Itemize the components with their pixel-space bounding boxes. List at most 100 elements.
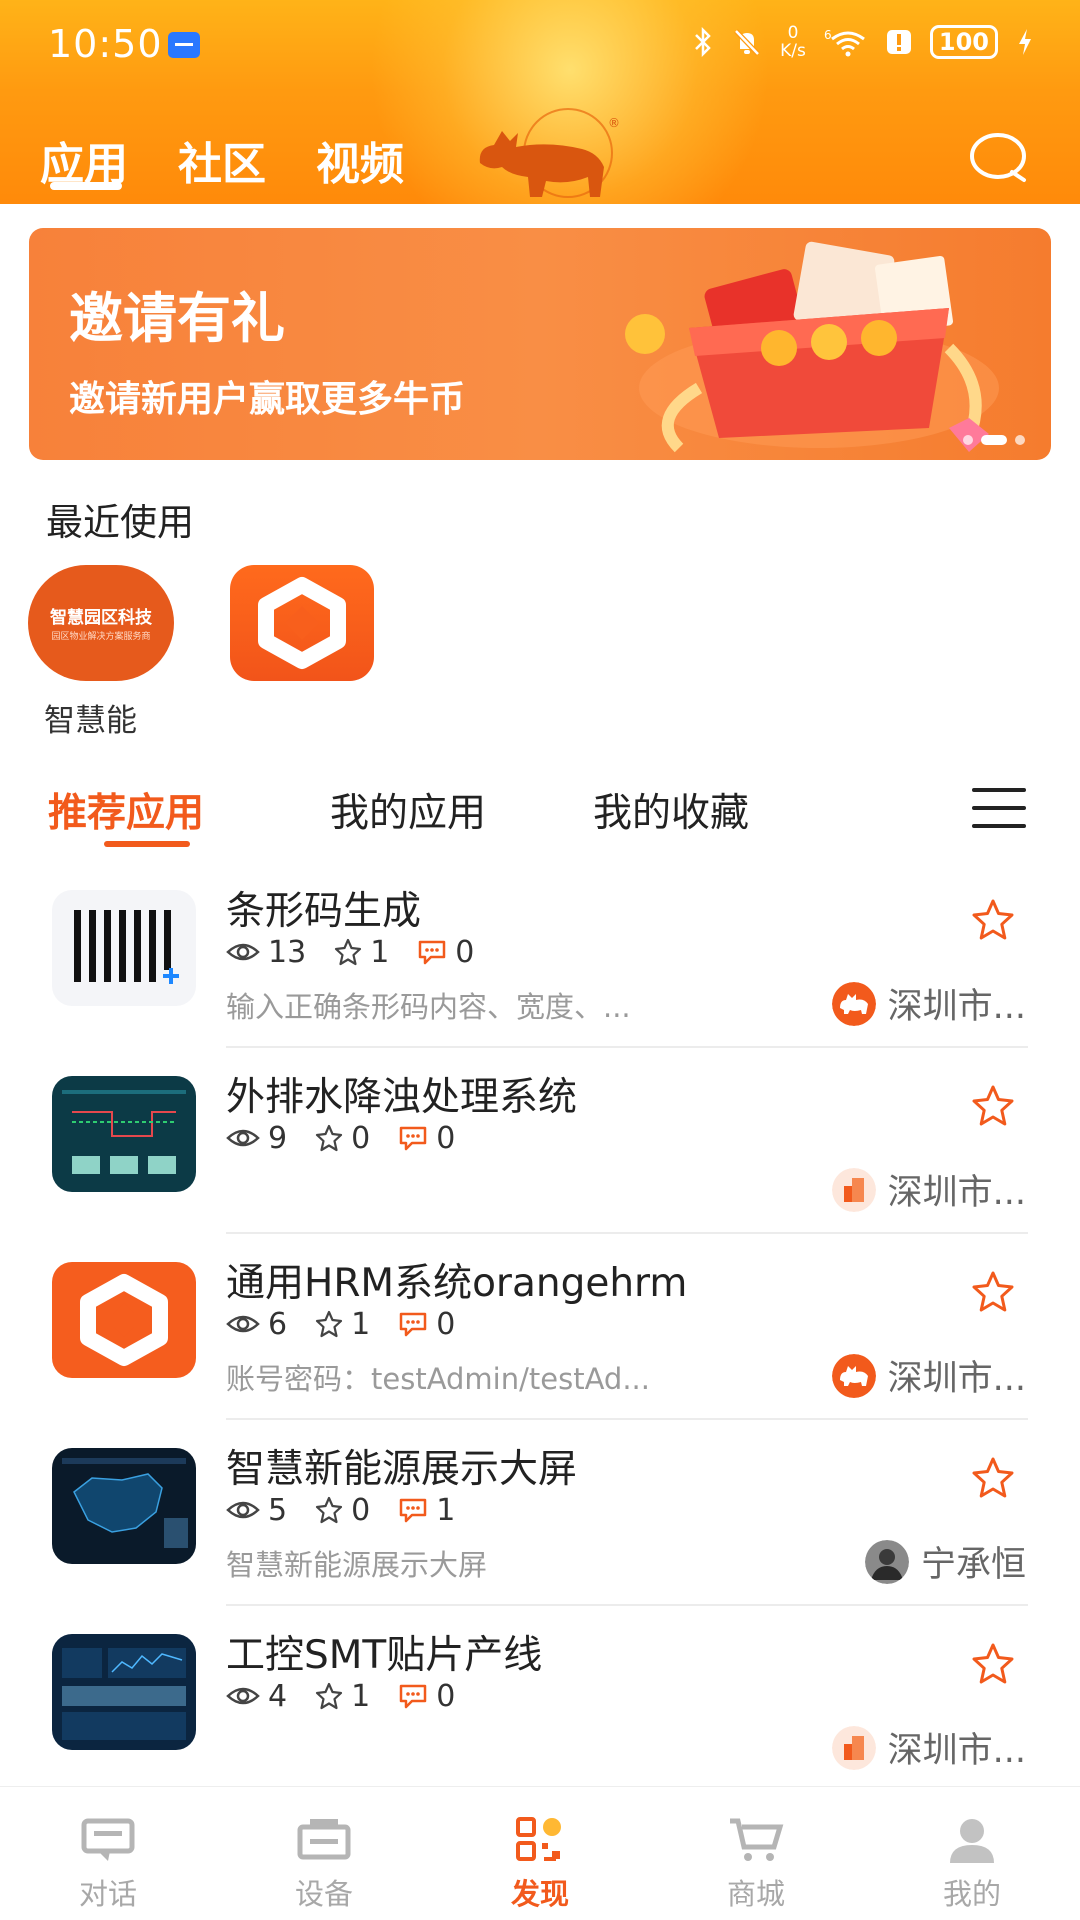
chat-icon <box>81 1818 135 1861</box>
net-speed: 0 K/s <box>780 24 806 60</box>
building-icon <box>831 1167 876 1212</box>
net-speed-value: 0 <box>787 23 799 43</box>
recent-app-hexagon[interactable] <box>230 565 374 681</box>
views-stat: 4 <box>226 1679 287 1714</box>
tab-community[interactable]: 社区 <box>178 128 266 192</box>
cart-icon <box>730 1818 784 1861</box>
banner-title: 邀请有礼 <box>69 287 285 350</box>
nav-chat[interactable]: 对话 <box>0 1787 216 1920</box>
status-bar: 10:50 0 K/s 6 100 <box>0 0 1080 90</box>
views-icon <box>226 1129 260 1147</box>
favorite-star-icon[interactable] <box>970 1456 1016 1500</box>
app-description: 输入正确条形码内容、宽度、... <box>226 990 631 1024</box>
app-stats: 13 1 0 <box>226 934 502 970</box>
recent-app-logo-subtext: 园区物业解决方案服务商 <box>51 632 151 642</box>
favorite-star-icon[interactable] <box>970 1270 1016 1314</box>
wifi-icon: 6 <box>824 28 865 57</box>
author-name: 宁承恒 <box>920 1545 1026 1585</box>
app-stats: 6 1 0 <box>226 1306 483 1342</box>
app-description: 账号密码：testAdmin/testAd... <box>226 1362 650 1396</box>
app-list-item[interactable]: 通用HRM系统orangehrm 6 1 0 账号密码：testAdmin/testAd… <box>0 1234 1080 1420</box>
app-tab-indicator <box>104 841 190 847</box>
battery-indicator: 100 <box>929 25 998 59</box>
app-author[interactable]: 深圳市... <box>831 978 1026 1029</box>
stars-icon <box>315 1310 343 1338</box>
hexagon-app-icon <box>258 577 346 669</box>
tab-my-apps[interactable]: 我的应用 <box>330 782 486 838</box>
app-author[interactable]: 深圳市... <box>831 1350 1026 1401</box>
comments-count: 0 <box>436 1306 456 1342</box>
stars-icon <box>335 938 362 966</box>
user-avatar <box>864 1539 909 1584</box>
nav-discover-label: 发现 <box>510 1877 569 1911</box>
favorite-star-icon[interactable] <box>970 1642 1016 1686</box>
comments-stat: 0 <box>417 935 474 970</box>
nav-device-label: 设备 <box>294 1877 353 1911</box>
stars-icon <box>315 1682 343 1710</box>
promo-banner[interactable]: 邀请有礼 邀请新用户赢取更多牛币 <box>29 228 1051 460</box>
stars-count: 1 <box>351 1306 371 1342</box>
bluetooth-icon <box>695 27 711 57</box>
comments-icon <box>399 1126 427 1151</box>
app-stats: 9 0 0 <box>226 1120 483 1156</box>
stars-stat: 1 <box>315 1679 370 1714</box>
search-icon[interactable] <box>968 128 1032 184</box>
app-list-item[interactable]: 条形码生成 13 1 0 输入正确条形码内容、宽度、... 深圳市... <box>0 862 1080 1048</box>
app-name: 通用HRM系统orangehrm <box>226 1261 688 1306</box>
banner-pagination <box>963 435 1025 445</box>
app-description: 智慧新能源展示大屏 <box>226 1548 488 1582</box>
stars-stat: 1 <box>315 1307 370 1342</box>
banner-dot-active[interactable] <box>981 435 1007 445</box>
recent-app-logo-text: 智慧园区科技 <box>50 608 152 628</box>
author-name: 深圳市... <box>887 1173 1026 1213</box>
banner-dot[interactable] <box>963 435 973 445</box>
comments-stat: 0 <box>398 1679 455 1714</box>
nav-device[interactable]: 设备 <box>216 1787 432 1920</box>
tab-video[interactable]: 视频 <box>316 128 404 192</box>
stars-stat: 1 <box>334 935 389 970</box>
app-author[interactable]: 深圳市... <box>831 1164 1026 1215</box>
app-list-item[interactable]: 智慧新能源展示大屏 5 0 1 智慧新能源展示大屏 宁承恒 <box>0 1420 1080 1606</box>
recent-section-title: 最近使用 <box>46 501 194 544</box>
views-count: 4 <box>268 1678 288 1714</box>
app-thumbnail <box>52 890 196 1006</box>
comments-icon <box>399 1312 427 1337</box>
comments-count: 0 <box>436 1120 456 1156</box>
discover-icon <box>516 1817 561 1861</box>
mute-bell-icon <box>734 29 760 56</box>
banner-dot[interactable] <box>1015 435 1025 445</box>
views-count: 6 <box>268 1306 288 1342</box>
app-thumbnail <box>52 1634 196 1750</box>
nav-profile[interactable]: 我的 <box>864 1787 1080 1920</box>
tab-recommended[interactable]: 推荐应用 <box>48 782 204 838</box>
recent-app-smart-park[interactable]: 智慧园区科技 园区物业解决方案服务商 <box>28 565 174 681</box>
views-icon <box>226 1687 260 1705</box>
nav-mall[interactable]: 商城 <box>648 1787 864 1920</box>
app-name: 条形码生成 <box>226 889 422 934</box>
app-thumbnail <box>52 1262 196 1378</box>
alert-icon <box>886 30 911 54</box>
views-stat: 9 <box>226 1121 287 1156</box>
comments-count: 1 <box>436 1492 456 1528</box>
app-thumbnail <box>52 1076 196 1192</box>
favorite-star-icon[interactable] <box>970 898 1016 942</box>
stars-icon <box>315 1496 343 1524</box>
views-count: 13 <box>268 934 307 970</box>
svg-text:6: 6 <box>824 28 832 42</box>
tab-my-favorites[interactable]: 我的收藏 <box>593 782 749 838</box>
comments-stat: 0 <box>398 1121 455 1156</box>
menu-icon[interactable] <box>972 788 1026 828</box>
charging-icon <box>1019 29 1031 55</box>
app-name: 工控SMT贴片产线 <box>226 1633 543 1678</box>
app-header: 10:50 0 K/s 6 100 应用 社区 视频 ® <box>0 0 1080 204</box>
app-author[interactable]: 宁承恒 <box>864 1536 1026 1587</box>
app-list-item[interactable]: 工控SMT贴片产线 4 1 0 深圳市... <box>0 1606 1080 1792</box>
app-list-item[interactable]: 外排水降浊处理系统 9 0 0 深圳市... <box>0 1048 1080 1234</box>
recent-app-label: 智慧能 <box>44 703 137 739</box>
nav-discover[interactable]: 发现 <box>432 1787 648 1920</box>
net-speed-unit: K/s <box>780 41 806 61</box>
app-author[interactable]: 深圳市... <box>831 1722 1026 1773</box>
app-stats: 5 0 1 <box>226 1492 483 1528</box>
favorite-star-icon[interactable] <box>970 1084 1016 1128</box>
banner-subtitle: 邀请新用户赢取更多牛币 <box>69 379 466 420</box>
